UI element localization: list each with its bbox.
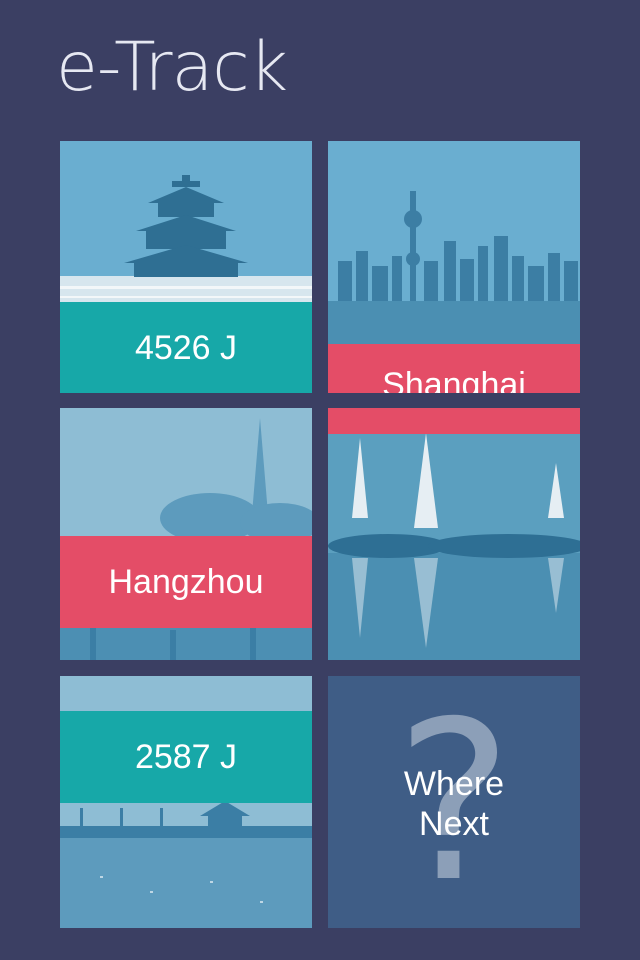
app-title: e-Track <box>56 28 288 107</box>
where-next-button[interactable]: ? Where Next <box>328 676 580 928</box>
city-band-partial <box>328 408 580 434</box>
tile-lakeside[interactable]: 2587 J <box>60 676 312 928</box>
where-next-label: Where Next <box>328 764 580 844</box>
tile-pagodas[interactable] <box>328 408 580 660</box>
where-next-line2: Next <box>419 805 489 843</box>
city-name: Shanghai <box>382 366 526 393</box>
city-band: Hangzhou <box>60 536 312 628</box>
distance-value: 4526 J <box>134 328 238 367</box>
tile-hangzhou[interactable]: Hangzhou <box>60 408 312 660</box>
city-band: Shanghai <box>328 344 580 393</box>
distance-value: 2587 J <box>134 737 238 776</box>
distance-band: 2587 J <box>60 711 312 803</box>
where-next-line1: Where <box>403 765 505 803</box>
tile-shanghai[interactable]: Shanghai <box>328 141 580 393</box>
distance-band: 4526 J <box>60 302 312 393</box>
tile-beijing[interactable]: 4526 J <box>60 141 312 393</box>
city-name: Hangzhou <box>108 562 264 601</box>
pagodas-photo <box>328 408 580 660</box>
